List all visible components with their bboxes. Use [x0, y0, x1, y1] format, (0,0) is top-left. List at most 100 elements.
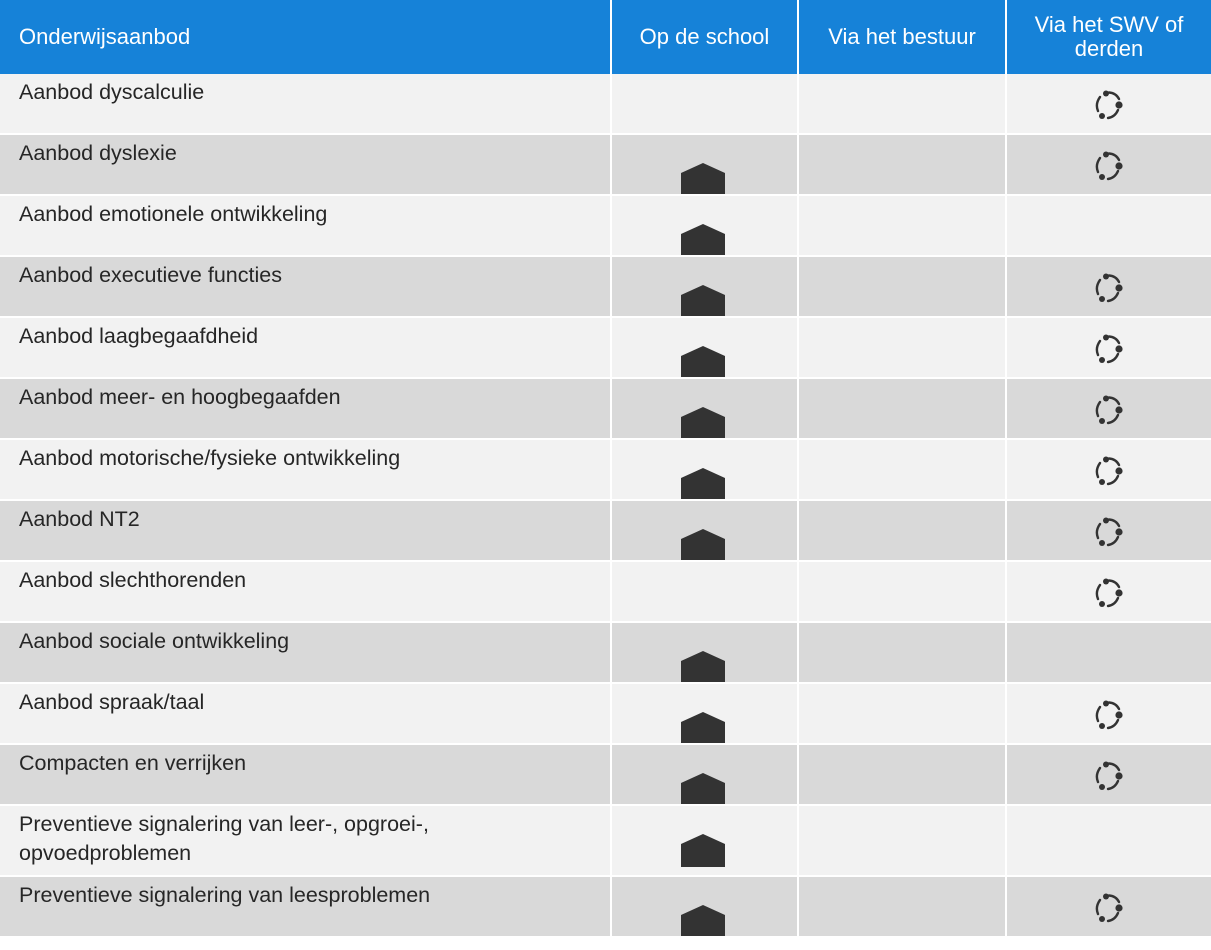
- offer-label: Aanbod spraak/taal: [19, 690, 205, 714]
- school-cell: [612, 501, 799, 560]
- offer-cell: Preventieve signalering van leer-, opgro…: [0, 806, 612, 875]
- offer-cell: Aanbod slechthorenden: [0, 562, 612, 621]
- house-icon: [681, 773, 725, 804]
- swv-cell: [1007, 196, 1211, 255]
- offer-label: Aanbod laagbegaafdheid: [19, 324, 259, 348]
- header-swv: Via het SWV of derden: [1034, 12, 1184, 61]
- swv-cell: [1007, 440, 1211, 499]
- house-icon: [681, 346, 725, 377]
- school-cell: [612, 684, 799, 743]
- table-header: Onderwijsaanbod Op de school Via het bes…: [0, 0, 1211, 74]
- board-cell: [799, 318, 1007, 377]
- house-icon: [681, 407, 725, 438]
- offer-cell: Aanbod laagbegaafdheid: [0, 318, 612, 377]
- cycle-icon: [1095, 761, 1123, 791]
- table-row: Aanbod NT2: [0, 501, 1211, 562]
- cycle-icon: [1095, 517, 1123, 547]
- school-cell: [612, 318, 799, 377]
- header-board: Via het bestuur: [799, 0, 1007, 74]
- table-row: Aanbod dyscalculie: [0, 74, 1211, 135]
- table-row: Aanbod slechthorenden: [0, 562, 1211, 623]
- swv-cell: [1007, 501, 1211, 560]
- offer-cell: Preventieve signalering van leesprobleme…: [0, 877, 612, 936]
- house-icon: [681, 834, 725, 867]
- house-icon: [681, 905, 725, 936]
- house-icon: [681, 285, 725, 316]
- school-cell: [612, 806, 799, 875]
- table-row: Aanbod laagbegaafdheid: [0, 318, 1211, 379]
- table-row: Aanbod emotionele ontwikkeling: [0, 196, 1211, 257]
- table-row: Aanbod dyslexie: [0, 135, 1211, 196]
- table-row: Aanbod executieve functies: [0, 257, 1211, 318]
- cycle-icon: [1095, 151, 1123, 181]
- cycle-icon: [1095, 273, 1123, 303]
- swv-cell: [1007, 257, 1211, 316]
- house-icon: [681, 529, 725, 560]
- swv-cell: [1007, 135, 1211, 194]
- school-cell: [612, 562, 799, 621]
- table-body: Aanbod dyscalculie Aanbod dyslexie Aanbod …: [0, 74, 1211, 936]
- table-row: Compacten en verrijken: [0, 745, 1211, 806]
- swv-cell: [1007, 806, 1211, 875]
- swv-cell: [1007, 74, 1211, 133]
- offer-cell: Aanbod dyscalculie: [0, 74, 612, 133]
- offer-label: Aanbod dyslexie: [19, 141, 177, 165]
- offer-cell: Aanbod meer- en hoogbegaafden: [0, 379, 612, 438]
- swv-cell: [1007, 318, 1211, 377]
- offer-cell: Aanbod spraak/taal: [0, 684, 612, 743]
- school-cell: [612, 257, 799, 316]
- board-cell: [799, 562, 1007, 621]
- house-icon: [681, 712, 725, 743]
- school-cell: [612, 623, 799, 682]
- board-cell: [799, 877, 1007, 936]
- cycle-icon: [1095, 578, 1123, 608]
- school-cell: [612, 379, 799, 438]
- offer-label: Aanbod motorische/fysieke ontwikkeling: [19, 446, 401, 470]
- offer-cell: Aanbod executieve functies: [0, 257, 612, 316]
- table-row: Aanbod sociale ontwikkeling: [0, 623, 1211, 684]
- offer-label: Aanbod sociale ontwikkeling: [19, 629, 290, 653]
- swv-cell: [1007, 623, 1211, 682]
- school-cell: [612, 74, 799, 133]
- table-row: Aanbod meer- en hoogbegaafden: [0, 379, 1211, 440]
- offer-label: Aanbod executieve functies: [19, 263, 282, 287]
- offer-label: Aanbod emotionele ontwikkeling: [19, 202, 328, 226]
- cycle-icon: [1095, 334, 1123, 364]
- swv-cell: [1007, 877, 1211, 936]
- school-cell: [612, 745, 799, 804]
- swv-cell: [1007, 562, 1211, 621]
- cycle-icon: [1095, 90, 1123, 120]
- table-row: Preventieve signalering van leesprobleme…: [0, 877, 1211, 936]
- school-cell: [612, 196, 799, 255]
- house-icon: [681, 224, 725, 255]
- cycle-icon: [1095, 893, 1123, 923]
- board-cell: [799, 440, 1007, 499]
- school-cell: [612, 135, 799, 194]
- offer-label: Preventieve signalering van leesprobleme…: [19, 883, 431, 907]
- offer-label: Preventieve signalering van leer-, opgro…: [19, 812, 429, 865]
- board-cell: [799, 806, 1007, 875]
- board-cell: [799, 684, 1007, 743]
- cycle-icon: [1095, 456, 1123, 486]
- house-icon: [681, 468, 725, 499]
- offer-label: Aanbod dyscalculie: [19, 80, 205, 104]
- swv-cell: [1007, 684, 1211, 743]
- cycle-icon: [1095, 700, 1123, 730]
- board-cell: [799, 135, 1007, 194]
- offer-label: Aanbod NT2: [19, 507, 140, 531]
- table-row: Aanbod spraak/taal: [0, 684, 1211, 745]
- offer-cell: Aanbod emotionele ontwikkeling: [0, 196, 612, 255]
- onderwijsaanbod-table: Onderwijsaanbod Op de school Via het bes…: [0, 0, 1211, 936]
- school-cell: [612, 440, 799, 499]
- board-cell: [799, 501, 1007, 560]
- offer-cell: Aanbod sociale ontwikkeling: [0, 623, 612, 682]
- cycle-icon: [1095, 395, 1123, 425]
- table-row: Preventieve signalering van leer-, opgro…: [0, 806, 1211, 877]
- board-cell: [799, 379, 1007, 438]
- offer-cell: Compacten en verrijken: [0, 745, 612, 804]
- school-cell: [612, 877, 799, 936]
- board-cell: [799, 623, 1007, 682]
- offer-label: Compacten en verrijken: [19, 751, 247, 775]
- board-cell: [799, 745, 1007, 804]
- swv-cell: [1007, 745, 1211, 804]
